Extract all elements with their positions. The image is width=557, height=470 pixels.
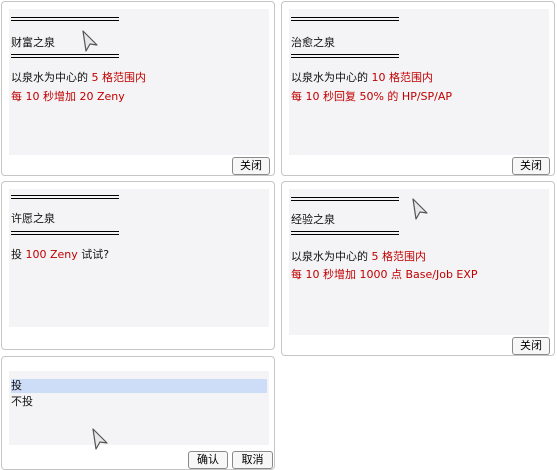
range-prefix: 以泉水为中心的 xyxy=(291,71,372,84)
mouse-cursor-icon xyxy=(92,428,108,450)
wish-fountain-dialog: 许愿之泉 投 100 Zeny 试试? xyxy=(1,181,275,350)
title-rule-bottom xyxy=(291,54,399,58)
range-value: 10 格范围内 xyxy=(371,71,434,84)
dialog-title: 经验之泉 xyxy=(291,213,335,226)
option-item-throw[interactable]: 投 xyxy=(11,379,267,393)
confirm-button[interactable]: 确认 xyxy=(188,451,228,469)
title-rule-bottom xyxy=(291,231,399,235)
close-button[interactable]: 关闭 xyxy=(512,157,550,175)
prompt-suffix: 试试? xyxy=(77,248,110,261)
zeny-amount: 100 Zeny xyxy=(25,248,78,261)
wealth-fountain-dialog: 财富之泉 以泉水为中心的 5 格范围内 每 10 秒增加 20 Zeny 关闭 xyxy=(1,1,275,176)
mouse-cursor-icon xyxy=(412,198,428,220)
title-rule-top xyxy=(11,195,119,199)
range-value: 5 格范围内 xyxy=(91,71,147,84)
heal-fountain-dialog: 治愈之泉 以泉水为中心的 10 格范围内 每 10 秒回复 50% 的 HP/S… xyxy=(281,1,555,176)
effect-text: 每 10 秒增加 20 Zeny xyxy=(11,90,125,103)
range-prefix: 以泉水为中心的 xyxy=(291,250,372,263)
cancel-button[interactable]: 取消 xyxy=(232,451,273,469)
effect-text: 每 10 秒回复 50% 的 HP/SP/AP xyxy=(291,90,453,103)
range-prefix: 以泉水为中心的 xyxy=(11,71,92,84)
prompt-prefix: 投 xyxy=(11,248,26,261)
range-value: 5 格范围内 xyxy=(371,250,427,263)
close-button[interactable]: 关闭 xyxy=(232,157,270,175)
effect-text: 每 10 秒增加 1000 点 Base/Job EXP xyxy=(291,268,478,281)
title-rule-bottom xyxy=(11,231,119,235)
range-text: 以泉水为中心的 5 格范围内 xyxy=(291,248,426,264)
title-rule-top xyxy=(11,17,119,21)
range-text: 以泉水为中心的 10 格范围内 xyxy=(291,69,433,85)
dialog-title: 财富之泉 xyxy=(11,36,55,49)
title-rule-top xyxy=(291,17,399,21)
dialog-title: 许愿之泉 xyxy=(11,212,55,225)
close-button[interactable]: 关闭 xyxy=(512,337,550,355)
dialog-title: 治愈之泉 xyxy=(291,36,335,49)
range-text: 以泉水为中心的 5 格范围内 xyxy=(11,69,146,85)
choice-dialog: 投 不投 确认 取消 xyxy=(1,356,275,470)
title-rule-top xyxy=(291,197,399,201)
option-item-dont-throw[interactable]: 不投 xyxy=(11,395,267,409)
prompt-text: 投 100 Zeny 试试? xyxy=(11,246,109,262)
title-rule-bottom xyxy=(11,54,119,58)
mouse-cursor-icon xyxy=(82,30,98,52)
